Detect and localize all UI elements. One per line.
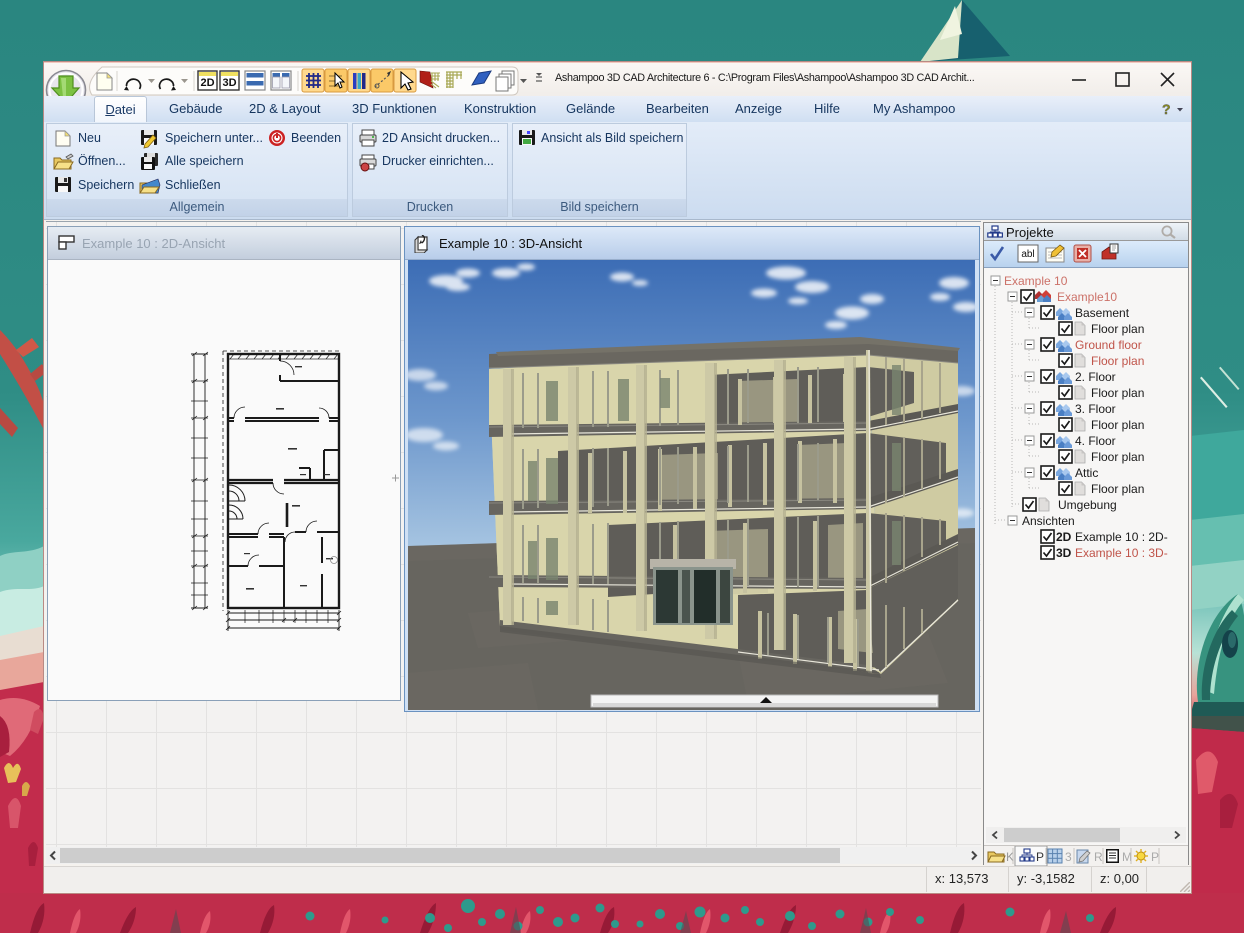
svg-text:Basement: Basement (1075, 306, 1130, 320)
svg-text:2D: 2D (200, 77, 214, 89)
svg-text:abl: abl (1021, 249, 1034, 260)
svg-text:4. Floor: 4. Floor (1075, 434, 1116, 448)
svg-text:Floor plan: Floor plan (1091, 450, 1144, 464)
svg-text:3. Floor: 3. Floor (1075, 402, 1116, 416)
svg-text:R: R (1094, 850, 1103, 864)
svg-text:3D: 3D (222, 77, 236, 89)
svg-text:P: P (1151, 850, 1159, 864)
svg-text:P: P (1036, 850, 1044, 864)
svg-text:Umgebung: Umgebung (1058, 498, 1117, 512)
svg-text:Ground floor: Ground floor (1075, 338, 1142, 352)
svg-text:Floor plan: Floor plan (1091, 482, 1144, 496)
svg-text:Floor plan: Floor plan (1091, 418, 1144, 432)
svg-text:Attic: Attic (1075, 466, 1098, 480)
svg-text:Ansichten: Ansichten (1022, 514, 1075, 528)
svg-text:Example10: Example10 (1057, 290, 1117, 304)
svg-text:Floor plan: Floor plan (1091, 386, 1144, 400)
svg-text:Floor plan: Floor plan (1091, 354, 1144, 368)
svg-text:2. Floor: 2. Floor (1075, 370, 1116, 384)
svg-text:Example 10: Example 10 (1004, 274, 1068, 288)
svg-text:3: 3 (1065, 850, 1072, 864)
svg-text:2D: 2D (1056, 530, 1072, 544)
svg-text:?: ? (1162, 101, 1171, 117)
svg-text:Floor plan: Floor plan (1091, 322, 1144, 336)
svg-text:Example 10 : 2D-: Example 10 : 2D- (1075, 530, 1168, 544)
svg-text:3D: 3D (1056, 546, 1072, 560)
svg-text:Example 10 : 3D-: Example 10 : 3D- (1075, 546, 1168, 560)
